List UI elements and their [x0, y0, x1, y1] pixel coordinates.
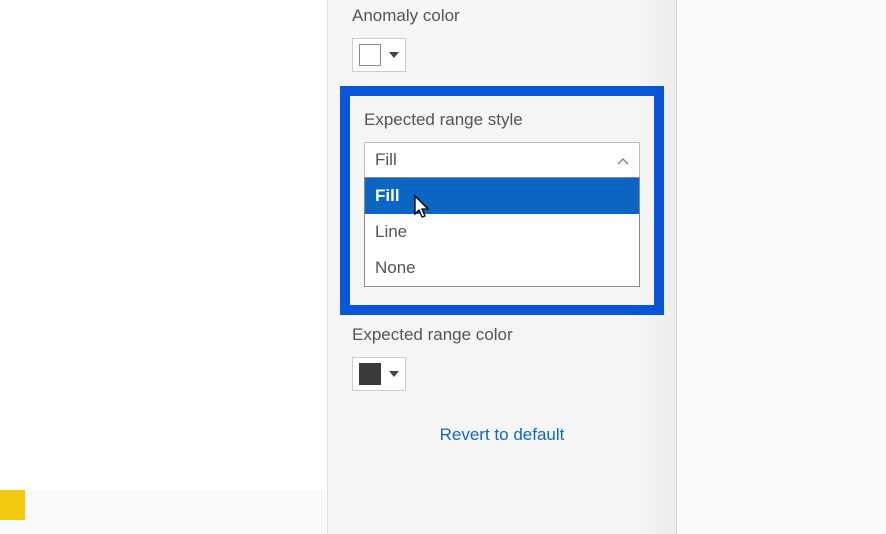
format-pane: Anomaly color Expected range style Fill …: [327, 0, 677, 534]
expected-range-style-highlight: Expected range style Fill Fill Line None: [340, 86, 664, 315]
expected-range-color-label: Expected range color: [352, 325, 652, 345]
expected-range-style-options: Fill Line None: [364, 177, 640, 287]
expected-range-color-swatch: [359, 363, 381, 385]
expected-range-color-picker[interactable]: [352, 357, 406, 391]
dropdown-option-label: Line: [375, 222, 407, 241]
status-accent-bar: [0, 490, 25, 520]
caret-down-icon: [389, 52, 399, 58]
dropdown-option-label: Fill: [375, 186, 400, 205]
expected-range-style-dropdown[interactable]: Fill: [364, 142, 640, 178]
dropdown-option-label: None: [375, 258, 416, 277]
revert-to-default-link[interactable]: Revert to default: [328, 425, 676, 445]
expected-range-color-section: Expected range color: [328, 319, 676, 401]
anomaly-color-section: Anomaly color: [328, 0, 676, 82]
dropdown-option-fill[interactable]: Fill: [365, 178, 639, 214]
caret-down-icon: [389, 371, 399, 377]
anomaly-color-label: Anomaly color: [352, 6, 652, 26]
expected-range-style-label: Expected range style: [364, 110, 640, 130]
dropdown-option-none[interactable]: None: [365, 250, 639, 286]
report-canvas: [0, 0, 327, 490]
expected-range-style-value: Fill: [375, 150, 397, 170]
anomaly-color-swatch: [359, 44, 381, 66]
dropdown-option-line[interactable]: Line: [365, 214, 639, 250]
anomaly-color-picker[interactable]: [352, 38, 406, 72]
chevron-up-icon: [617, 150, 629, 170]
